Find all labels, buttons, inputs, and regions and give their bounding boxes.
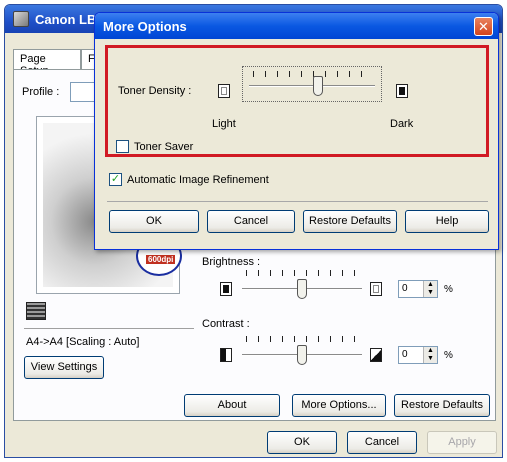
view-settings-button[interactable]: View Settings bbox=[24, 356, 104, 379]
tab-page-setup[interactable]: Page Setup bbox=[13, 49, 81, 77]
cancel-button[interactable]: Cancel bbox=[347, 431, 417, 454]
toner-density-ticks bbox=[253, 71, 371, 77]
brightness-light-icon bbox=[370, 282, 382, 296]
divider bbox=[24, 328, 194, 329]
dialog-cancel-button[interactable]: Cancel bbox=[207, 210, 295, 233]
dialog-restore-defaults-button[interactable]: Restore Defaults bbox=[303, 210, 397, 233]
dialog-ok-button[interactable]: OK bbox=[109, 210, 199, 233]
brightness-ticks bbox=[246, 270, 358, 276]
auto-refinement-checkbox[interactable]: ✓ bbox=[109, 173, 122, 186]
dialog-title: More Options bbox=[103, 19, 187, 34]
contrast-unit: % bbox=[444, 350, 453, 361]
profile-label: Profile : bbox=[22, 86, 60, 98]
brightness-dark-icon bbox=[220, 282, 232, 296]
more-options-dialog: More Options ✕ Toner Density : Light Dar… bbox=[94, 12, 499, 250]
brightness-slider-thumb[interactable] bbox=[297, 279, 307, 299]
contrast-ticks bbox=[246, 336, 358, 342]
contrast-high-icon bbox=[370, 348, 382, 362]
brightness-value: 0 bbox=[402, 283, 408, 294]
toner-density-thumb[interactable] bbox=[313, 76, 324, 96]
dark-label: Dark bbox=[390, 118, 414, 130]
auto-refinement-label: Automatic Image Refinement bbox=[127, 174, 269, 186]
paper-size-info: A4->A4 [Scaling : Auto] bbox=[26, 336, 140, 348]
toner-density-label: Toner Density : bbox=[118, 85, 192, 97]
printer-icon bbox=[26, 302, 46, 320]
resolution-badge-label: 600dpi bbox=[146, 255, 176, 264]
close-icon[interactable]: ✕ bbox=[474, 17, 493, 36]
spinner-arrows-icon[interactable]: ▲ ▼ bbox=[423, 347, 437, 363]
contrast-label: Contrast : bbox=[202, 318, 250, 330]
brightness-label: Brightness : bbox=[202, 256, 261, 268]
about-button[interactable]: About bbox=[184, 394, 280, 417]
more-options-button[interactable]: More Options... bbox=[292, 394, 386, 417]
brightness-spinner[interactable]: 0 ▲ ▼ bbox=[398, 280, 438, 298]
contrast-value: 0 bbox=[402, 349, 408, 360]
brightness-unit: % bbox=[444, 284, 453, 295]
contrast-low-icon bbox=[220, 348, 232, 362]
ok-button[interactable]: OK bbox=[267, 431, 337, 454]
highlight-box: Toner Density : Light Dark Toner Saver bbox=[105, 45, 489, 157]
apply-button[interactable]: Apply bbox=[427, 431, 497, 454]
spinner-arrows-icon[interactable]: ▲ ▼ bbox=[423, 281, 437, 297]
toner-saver-label: Toner Saver bbox=[134, 141, 194, 153]
toner-density-track bbox=[249, 85, 375, 87]
light-label: Light bbox=[212, 118, 236, 130]
dark-density-icon bbox=[396, 84, 408, 98]
contrast-slider-thumb[interactable] bbox=[297, 345, 307, 365]
toner-saver-checkbox[interactable] bbox=[116, 140, 129, 153]
dialog-help-button[interactable]: Help bbox=[405, 210, 489, 233]
dialog-divider bbox=[107, 201, 488, 202]
contrast-spinner[interactable]: 0 ▲ ▼ bbox=[398, 346, 438, 364]
printer-app-icon bbox=[13, 11, 29, 27]
dialog-title-bar[interactable]: More Options ✕ bbox=[95, 13, 498, 39]
restore-defaults-button[interactable]: Restore Defaults bbox=[394, 394, 490, 417]
toner-density-slider[interactable] bbox=[242, 66, 382, 102]
light-density-icon bbox=[218, 84, 230, 98]
